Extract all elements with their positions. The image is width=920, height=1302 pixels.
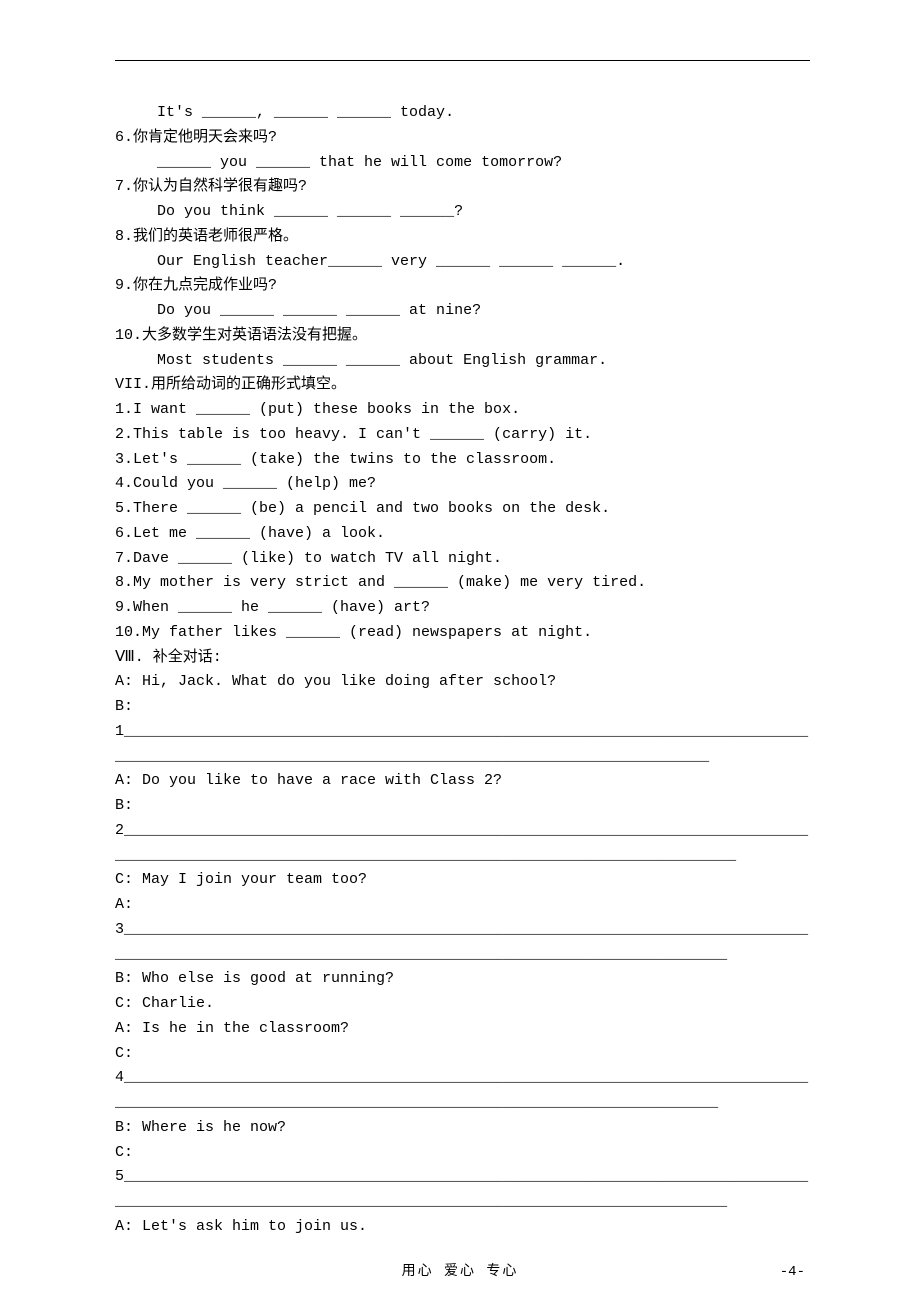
vii-7: 7.Dave ______ (like) to watch TV all nig… (115, 547, 810, 572)
dlg-ans3: 3_______________________________________… (115, 918, 810, 968)
q8-prompt: 8.我们的英语老师很严格。 (115, 225, 810, 250)
q9-prompt: 9.你在九点完成作业吗? (115, 274, 810, 299)
page-number: -4- (780, 1261, 805, 1284)
q6-en: ______ you ______ that he will come tomo… (115, 151, 810, 176)
vii-3: 3.Let's ______ (take) the twins to the c… (115, 448, 810, 473)
vii-8: 8.My mother is very strict and ______ (m… (115, 571, 810, 596)
q7-prompt: 7.你认为自然科学很有趣吗? (115, 175, 810, 200)
q10-prompt: 10.大多数学生对英语语法没有把握。 (115, 324, 810, 349)
vii-2: 2.This table is too heavy. I can't _____… (115, 423, 810, 448)
dlg-c2: C: Charlie. (115, 992, 810, 1017)
dlg-a2: A: Do you like to have a race with Class… (115, 769, 810, 794)
vii-5: 5.There ______ (be) a pencil and two boo… (115, 497, 810, 522)
q7-en: Do you think ______ ______ ______? (115, 200, 810, 225)
vii-4: 4.Could you ______ (help) me? (115, 472, 810, 497)
q6-prompt: 6.你肯定他明天会来吗? (115, 126, 810, 151)
vii-10: 10.My father likes ______ (read) newspap… (115, 621, 810, 646)
dlg-b3: B: Who else is good at running? (115, 967, 810, 992)
dlg-b2: B: (115, 794, 810, 819)
dlg-c1: C: May I join your team too? (115, 868, 810, 893)
dlg-ans1: 1_______________________________________… (115, 720, 810, 770)
dlg-a1: A: Hi, Jack. What do you like doing afte… (115, 670, 810, 695)
section-viii-heading: Ⅷ. 补全对话: (115, 646, 810, 671)
top-rule (115, 60, 810, 61)
dlg-b4: B: Where is he now? (115, 1116, 810, 1141)
dlg-b1: B: (115, 695, 810, 720)
dlg-ans5: 5_______________________________________… (115, 1165, 810, 1215)
q5-en: It's ______, ______ ______ today. (115, 101, 810, 126)
section-vii-heading: VII.用所给动词的正确形式填空。 (115, 373, 810, 398)
dlg-ans2: 2_______________________________________… (115, 819, 810, 869)
dlg-a3: A: (115, 893, 810, 918)
dlg-c3: C: (115, 1042, 810, 1067)
vii-9: 9.When ______ he ______ (have) art? (115, 596, 810, 621)
q8-en: Our English teacher______ very ______ __… (115, 250, 810, 275)
dlg-ans4: 4_______________________________________… (115, 1066, 810, 1116)
dlg-a4: A: Is he in the classroom? (115, 1017, 810, 1042)
q9-en: Do you ______ ______ ______ at nine? (115, 299, 810, 324)
vii-6: 6.Let me ______ (have) a look. (115, 522, 810, 547)
dlg-a5: A: Let's ask him to join us. (115, 1215, 810, 1240)
dlg-c4: C: (115, 1141, 810, 1166)
vii-1: 1.I want ______ (put) these books in the… (115, 398, 810, 423)
q10-en: Most students ______ ______ about Englis… (115, 349, 810, 374)
